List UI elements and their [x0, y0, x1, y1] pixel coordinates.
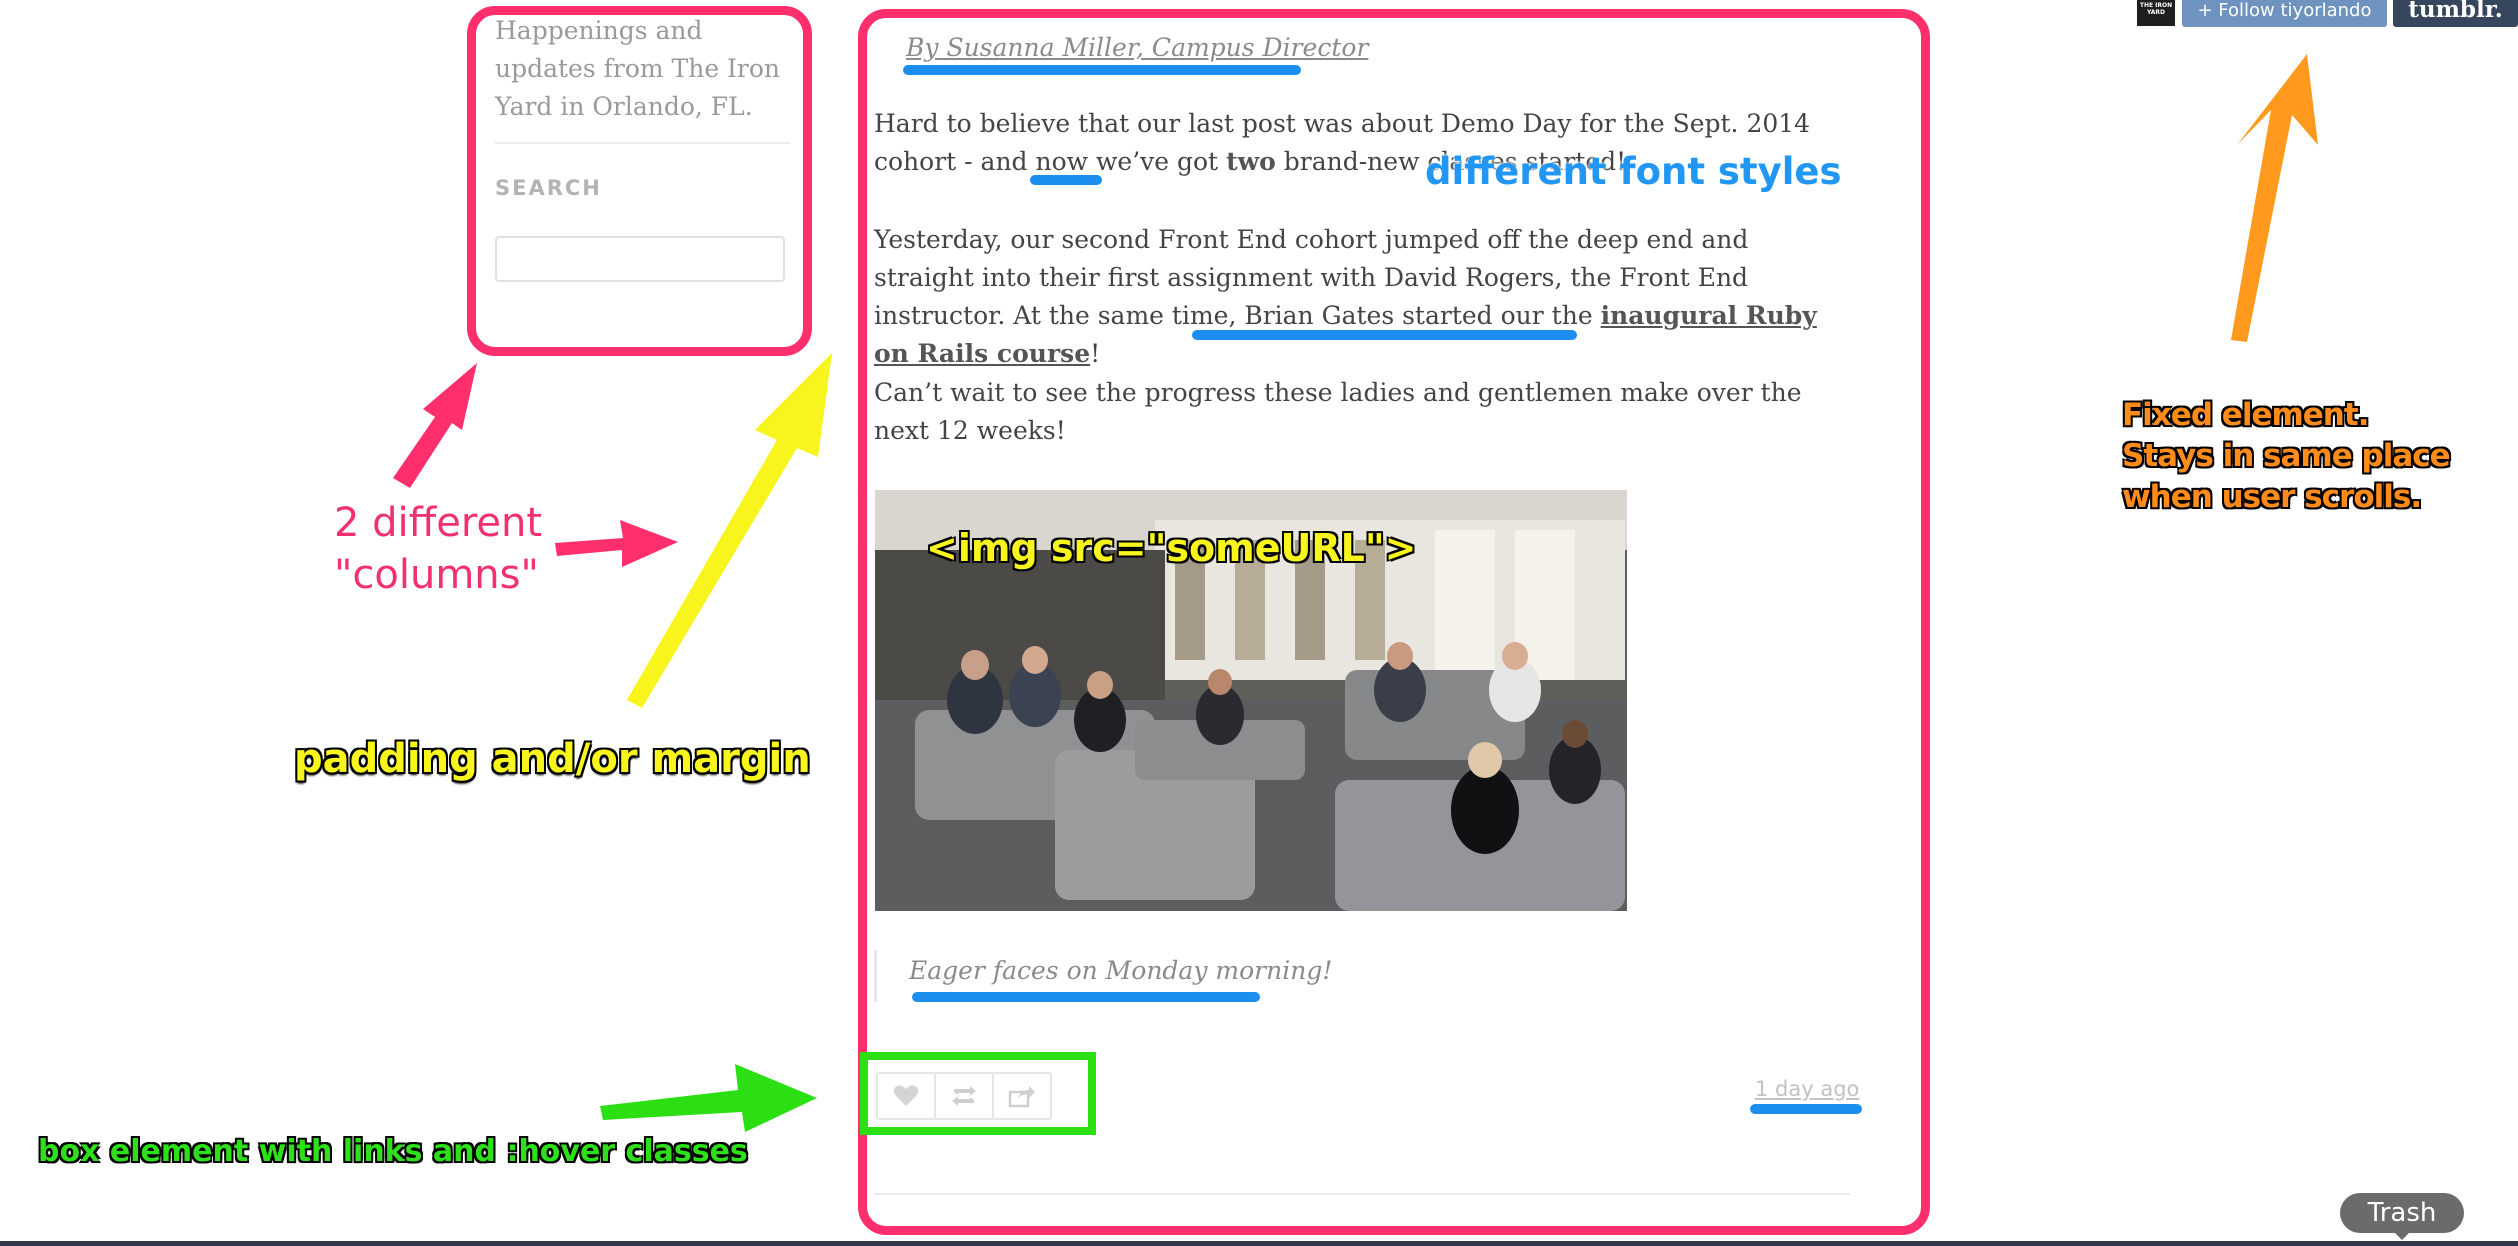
bold-underline [1030, 175, 1102, 185]
sidebar-highlight-box [467, 6, 812, 356]
byline-underline [903, 65, 1301, 75]
font-styles-note: different font styles [1425, 150, 1842, 193]
yellow-arrow [627, 353, 832, 708]
orange-arrow [2231, 54, 2318, 342]
green-arrow [600, 1064, 817, 1132]
actions-highlight-box [860, 1052, 1096, 1135]
pink-arrow-up [393, 363, 477, 488]
follow-button[interactable]: + Follow tiyorlando [2182, 0, 2387, 27]
tumblr-logo-button[interactable]: tumblr. [2393, 0, 2518, 27]
box-element-note: box element with links and :hover classe… [38, 1134, 748, 1169]
fixed-element-note: Fixed element. Stays in same place when … [2122, 397, 2451, 515]
trash-tooltip-tip [2393, 1231, 2411, 1240]
padding-note: padding and/or margin [294, 736, 811, 782]
dock-strip [0, 1241, 2518, 1246]
timestamp-underline [1750, 1104, 1862, 1114]
img-tag-note: <img src="someURL"> [926, 526, 1417, 570]
caption-underline [912, 992, 1260, 1002]
columns-note: 2 different "columns" [334, 500, 543, 598]
iron-yard-logo[interactable]: THE IRON YARD [2137, 0, 2175, 26]
trash-button[interactable]: Trash [2340, 1193, 2464, 1233]
link-underline [1192, 330, 1577, 340]
